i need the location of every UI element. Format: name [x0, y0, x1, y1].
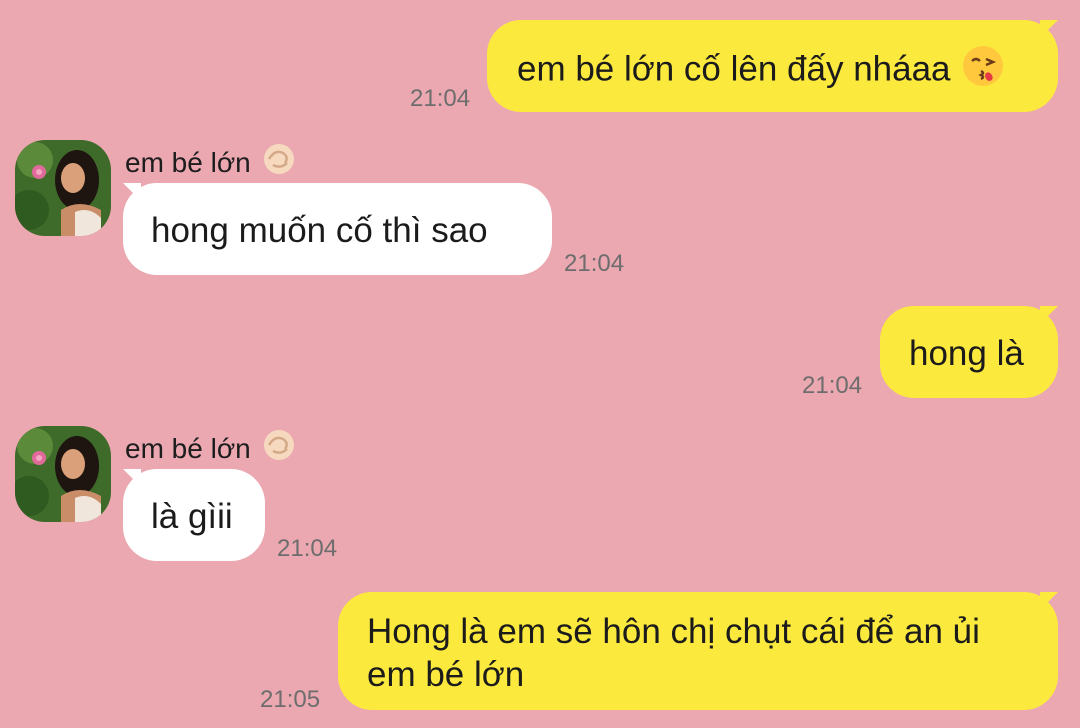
sender-name: em bé lớn: [125, 427, 297, 470]
message-timestamp: 21:04: [802, 372, 863, 399]
bubble-tail: [1040, 20, 1058, 38]
sender-label: em bé lớn: [125, 146, 251, 178]
sender-label: em bé lớn: [125, 432, 251, 464]
outgoing-bubble[interactable]: Hong là em sẽ hôn chị chụt cái để an ủi …: [338, 592, 1058, 710]
avatar[interactable]: [15, 140, 111, 236]
bubble-tail: [123, 183, 141, 201]
incoming-bubble[interactable]: là gìii: [123, 469, 265, 561]
kissing-face-emoji: [961, 44, 1005, 98]
outgoing-bubble[interactable]: hong là: [880, 306, 1058, 398]
message-text: em bé lớn cố lên đấy nháaa: [517, 49, 951, 89]
sender-name: em bé lớn: [125, 141, 297, 184]
bubble-tail: [1040, 306, 1058, 324]
message-text-line-1: Hong là em sẽ hôn chị chụt cái để an ủi: [367, 612, 980, 651]
message-text: là gìii: [151, 497, 233, 536]
message-text-line-2: em bé lớn: [367, 655, 525, 694]
message-timestamp: 21:04: [410, 85, 471, 112]
bubble-tail: [123, 469, 141, 487]
pinching-hand-emoji: [261, 427, 297, 470]
message-text: hong muốn cố thì sao: [151, 211, 488, 250]
bubble-tail: [1040, 592, 1058, 610]
pinching-hand-emoji: [261, 141, 297, 184]
incoming-bubble[interactable]: hong muốn cố thì sao: [123, 183, 552, 275]
message-timestamp: 21:05: [260, 686, 321, 713]
message-timestamp: 21:04: [564, 250, 625, 277]
avatar[interactable]: [15, 426, 111, 522]
message-timestamp: 21:04: [277, 535, 338, 562]
message-text: hong là: [909, 334, 1024, 373]
outgoing-bubble[interactable]: em bé lớn cố lên đấy nháaa: [487, 20, 1058, 112]
